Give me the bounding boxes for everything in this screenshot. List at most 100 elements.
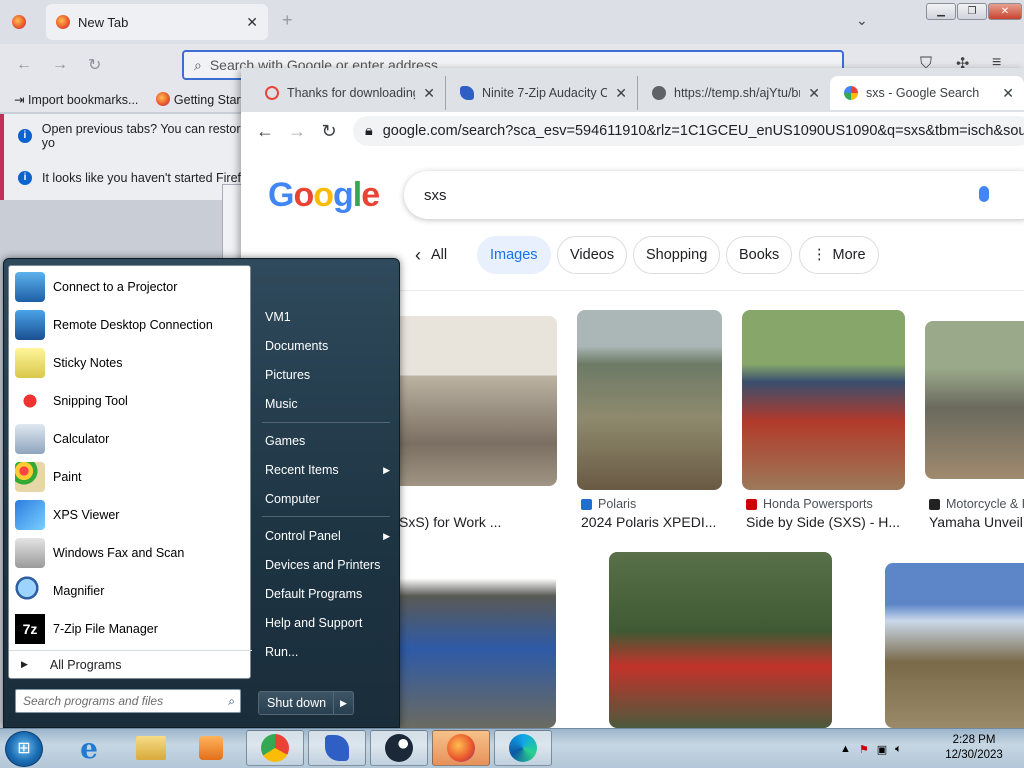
taskbar-edge[interactable] [494,730,552,766]
firefox-tab[interactable]: New Tab ✕ [46,4,268,40]
chrome-tab[interactable]: https://temp.sh/ajYtu/br ✕ [638,76,830,110]
program-paint[interactable]: Paint [9,458,252,496]
chevron-down-icon[interactable]: ⌄ [856,12,868,29]
result-image[interactable] [885,563,1024,728]
edge-icon [509,734,537,762]
result-image[interactable] [609,552,832,728]
paint-palette-icon [15,462,45,492]
result-caption[interactable]: Yamaha Unveil [929,514,1024,530]
minimize-button[interactable]: ▁ [926,3,956,20]
shutdown-options-arrow[interactable]: ▶ [333,692,353,714]
clock-date: 12/30/2023 [945,749,1003,761]
start-item-default-programs[interactable]: Default Programs [256,581,396,607]
firefox-icon [12,15,26,29]
start-item-music[interactable]: Music [256,391,396,417]
microphone-icon[interactable] [979,186,989,202]
taskbar-explorer[interactable] [122,730,180,766]
program-connect-projector[interactable]: Connect to a Projector [9,268,252,306]
forward-arrow-icon[interactable]: → [52,56,68,74]
filter-shopping[interactable]: Shopping [633,236,721,274]
start-button[interactable]: ⊞ [5,731,43,767]
filter-videos[interactable]: Videos [557,236,628,274]
forward-arrow-icon[interactable]: → [281,121,313,142]
program-7zip[interactable]: 7z 7-Zip File Manager [9,610,252,648]
start-item-documents[interactable]: Documents [256,333,396,359]
program-magnifier[interactable]: Magnifier [9,572,252,610]
magnifier-icon [15,576,45,606]
program-sticky-notes[interactable]: Sticky Notes [9,344,252,382]
taskbar-chrome[interactable] [246,730,304,766]
triangle-right-icon: ▶ [21,659,28,669]
projector-icon [15,272,45,302]
chrome-icon [261,734,289,762]
program-xps-viewer[interactable]: XPS Viewer [9,496,252,534]
back-to-all-link[interactable]: ‹ All [407,236,456,274]
taskbar-ninite[interactable] [308,730,366,766]
start-item-devices[interactable]: Devices and Printers [256,552,396,578]
result-caption[interactable]: Side by Side (SXS) - H... [746,514,906,530]
chrome-tab-active[interactable]: sxs - Google Search ✕ [830,76,1024,110]
separator [262,516,390,517]
chrome-tab[interactable]: Ninite 7-Zip Audacity C ✕ [446,76,638,110]
close-tab-icon[interactable]: ✕ [246,14,258,31]
back-arrow-icon[interactable]: ← [16,56,32,74]
program-fax-scan[interactable]: Windows Fax and Scan [9,534,252,572]
bookmark-import[interactable]: ⇥ Import bookmarks... [14,92,138,107]
result-image[interactable] [742,310,905,490]
google-search-box[interactable]: sxs [404,171,1024,219]
all-programs-button[interactable]: ▶ All Programs [9,650,252,678]
result-image[interactable] [577,310,722,490]
start-search-input[interactable]: Search programs and files ⌕ [15,689,241,713]
chrome-tab[interactable]: Thanks for downloading ✕ [251,76,446,110]
close-button[interactable]: ✕ [988,3,1022,20]
lock-icon: 🔒︎ [365,123,373,139]
network-icon[interactable]: ▣ [877,743,887,756]
result-image[interactable] [925,321,1024,479]
new-tab-icon[interactable]: + [282,10,293,31]
start-item-computer[interactable]: Computer [256,486,396,512]
program-calculator[interactable]: Calculator [9,420,252,458]
taskbar-steam[interactable] [370,730,428,766]
info-icon: i [18,171,32,185]
close-tab-icon[interactable]: ✕ [808,85,820,102]
result-caption[interactable]: SxS) for Work ... [399,514,559,530]
result-image[interactable] [391,552,556,728]
program-remote-desktop[interactable]: Remote Desktop Connection [9,306,252,344]
taskbar-media-player[interactable] [182,730,240,766]
filter-books[interactable]: Books [726,236,793,274]
taskbar-firefox[interactable] [432,730,490,766]
start-item-control-panel[interactable]: Control Panel ▶ [256,523,396,549]
start-item-help[interactable]: Help and Support [256,610,396,636]
taskbar-ie[interactable]: e [60,730,118,766]
action-center-flag-icon[interactable]: ⚑ [859,743,869,756]
start-item-recent[interactable]: Recent Items ▶ [256,457,396,483]
more-vert-icon: ⋮ [812,247,827,263]
start-item-user[interactable]: VM1 [256,304,396,330]
chrome-address-bar[interactable]: 🔒︎ google.com/search?sca_esv=594611910&r… [353,116,1024,146]
filter-more[interactable]: ⋮ More [799,236,879,274]
remote-desktop-icon [15,310,45,340]
reload-icon[interactable]: ↻ [313,121,345,142]
back-arrow-icon[interactable]: ← [249,121,281,142]
info-icon: i [18,129,32,143]
restore-tabs-notice: i Open previous tabs? You can restore yo [0,114,260,158]
close-tab-icon[interactable]: ✕ [1002,85,1014,102]
reload-icon[interactable]: ↻ [88,55,101,75]
close-tab-icon[interactable]: ✕ [423,85,435,102]
taskbar-clock[interactable]: 2:28 PM 12/30/2023 [934,733,1014,763]
program-snipping-tool[interactable]: Snipping Tool [9,382,252,420]
maximize-button[interactable]: ❐ [957,3,987,20]
google-logo[interactable]: Google [268,176,380,215]
shutdown-button[interactable]: Shut down ▶ [258,691,354,715]
start-item-pictures[interactable]: Pictures [256,362,396,388]
filter-images[interactable]: Images [477,236,551,274]
search-query: sxs [424,186,447,204]
close-tab-icon[interactable]: ✕ [615,85,627,102]
start-item-games[interactable]: Games [256,428,396,454]
volume-icon[interactable]: 🔈︎ [895,743,902,756]
result-caption[interactable]: 2024 Polaris XPEDI... [581,514,721,530]
show-hidden-icons-arrow[interactable]: ▲ [840,743,851,755]
start-item-run[interactable]: Run... [256,639,396,665]
result-image[interactable] [391,316,557,486]
7zip-icon: 7z [15,614,45,644]
